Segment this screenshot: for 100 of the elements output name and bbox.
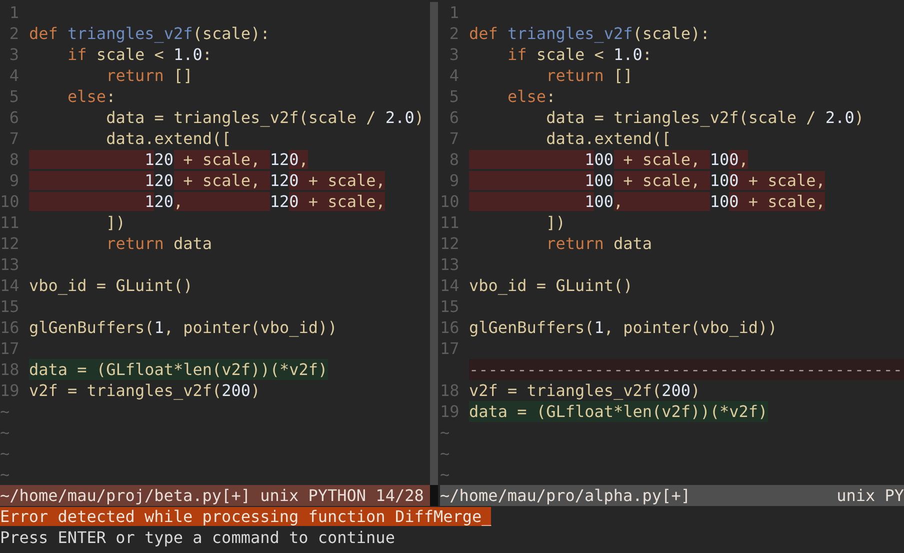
code-fragment: 1 <box>29 171 154 190</box>
code-line: ]) <box>105 212 126 233</box>
code-line: if scale < 1.0: <box>506 44 652 65</box>
line-number: 8 <box>8 149 19 170</box>
code-line: vbo_id = GLuint() <box>469 275 633 296</box>
code-fragment: , <box>738 150 748 169</box>
code-fragment: 0 <box>729 192 739 211</box>
code-fragment: 00 <box>594 171 614 190</box>
code-line: else: <box>66 86 116 107</box>
tilde-marker: ~ <box>0 401 10 422</box>
line-number: 18 <box>0 359 19 380</box>
line-number: 5 <box>8 86 19 107</box>
code-fragment: 1 <box>469 192 594 211</box>
line-number: 16 <box>0 317 19 338</box>
line-number: 1 <box>8 2 19 23</box>
line-number: 8 <box>448 149 459 170</box>
code-line: data = triangles_v2f(scale / 2.0) <box>545 107 864 128</box>
line-number: 12 <box>0 233 19 254</box>
code-line: return data <box>545 233 652 254</box>
code-line: data.extend([ <box>545 128 672 149</box>
code-line: return [] <box>105 65 193 86</box>
code-fragment: + scale, <box>738 192 826 211</box>
line-number: 19 <box>0 380 19 401</box>
tilde-marker: ~ <box>0 464 10 485</box>
tilde-marker: ~ <box>440 422 450 443</box>
code-fragment: + scale, <box>174 150 270 169</box>
code-fragment: 0 <box>729 171 739 190</box>
code-line: v2f = triangles_v2f(200) <box>469 380 700 401</box>
tilde-marker: ~ <box>0 443 10 464</box>
code-fragment: 12 <box>270 192 290 211</box>
code-fragment: 20 <box>154 171 174 190</box>
code-fragment: 00 <box>594 150 614 169</box>
code-fragment: 0 <box>289 192 299 211</box>
line-number: 10 <box>0 191 19 212</box>
line-number: 3 <box>8 44 19 65</box>
code-line: def triangles_v2f(scale): <box>469 23 710 44</box>
file-status: ~/home/mau/proj/beta.py[+] unix PYTHON 14/28 <box>0 485 424 506</box>
tilde-marker: ~ <box>440 443 450 464</box>
line-number: 4 <box>448 65 459 86</box>
line-number: 7 <box>448 128 459 149</box>
line-number: 2 <box>8 23 19 44</box>
code-fragment: 1 <box>469 171 594 190</box>
code-line: data = triangles_v2f(scale / 2.0) <box>105 107 424 128</box>
line-number: 9 <box>448 170 459 191</box>
code-line: data.extend([ <box>105 128 232 149</box>
line-number: 12 <box>440 233 459 254</box>
line-number: 11 <box>0 212 19 233</box>
line-number: 17 <box>0 338 19 359</box>
line-number: 4 <box>8 65 19 86</box>
code-fragment: , <box>614 192 710 211</box>
code-line: vbo_id = GLuint() <box>29 275 193 296</box>
code-fragment: + scale, <box>614 171 710 190</box>
line-number: 7 <box>8 128 19 149</box>
tilde-marker: ~ <box>0 422 10 443</box>
code-line: def triangles_v2f(scale): <box>29 23 270 44</box>
code-fragment: 10 <box>710 192 730 211</box>
code-line: ]) <box>545 212 566 233</box>
code-fragment: 1 <box>29 192 154 211</box>
prompt-message: Press ENTER or type a command to continue <box>0 528 395 547</box>
code-fragment: 0 <box>729 150 739 169</box>
code-line: v2f = triangles_v2f(200) <box>29 380 260 401</box>
line-number: 13 <box>440 254 459 275</box>
code-fragment: + scale, <box>298 192 386 211</box>
code-line: return [] <box>545 65 633 86</box>
line-number: 14 <box>440 275 459 296</box>
code-fragment: 20 <box>154 150 174 169</box>
line-number: 6 <box>448 107 459 128</box>
code-fragment: 12 <box>270 150 290 169</box>
code-fragment: 00 <box>594 192 614 211</box>
code-fragment: 0 <box>289 150 299 169</box>
code-fragment: 12 <box>270 171 290 190</box>
code-fragment: + scale, <box>614 150 710 169</box>
line-number: 15 <box>0 296 19 317</box>
code-fragment: 10 <box>710 150 730 169</box>
line-number: 18 <box>440 380 459 401</box>
file-status: ~/home/mau/pro/alpha.py[+] <box>440 485 690 506</box>
code-fragment: 1 <box>469 150 594 169</box>
line-number: 16 <box>440 317 459 338</box>
code-line: return data <box>105 233 212 254</box>
code-line: else: <box>506 86 556 107</box>
line-number: 14 <box>0 275 19 296</box>
line-number: 19 <box>440 401 459 422</box>
tilde-marker: ~ <box>440 464 450 485</box>
line-number: 6 <box>8 107 19 128</box>
code-fragment: 1 <box>29 150 154 169</box>
code-fragment: 20 <box>154 192 174 211</box>
line-number: 3 <box>448 44 459 65</box>
code-fragment: + scale, <box>738 171 826 190</box>
code-line: if scale < 1.0: <box>66 44 212 65</box>
file-info: unix PY <box>836 485 904 506</box>
code-line: glGenBuffers(1, pointer(vbo_id)) <box>469 317 778 338</box>
code-fragment: 10 <box>710 171 730 190</box>
line-number: 10 <box>440 191 459 212</box>
line-number: 9 <box>8 170 19 191</box>
line-number: 15 <box>440 296 459 317</box>
code-fragment: , <box>174 192 270 211</box>
line-number: 17 <box>440 338 459 359</box>
code-fragment: + scale, <box>174 171 270 190</box>
line-number: 13 <box>0 254 19 275</box>
line-number: 1 <box>448 2 459 23</box>
